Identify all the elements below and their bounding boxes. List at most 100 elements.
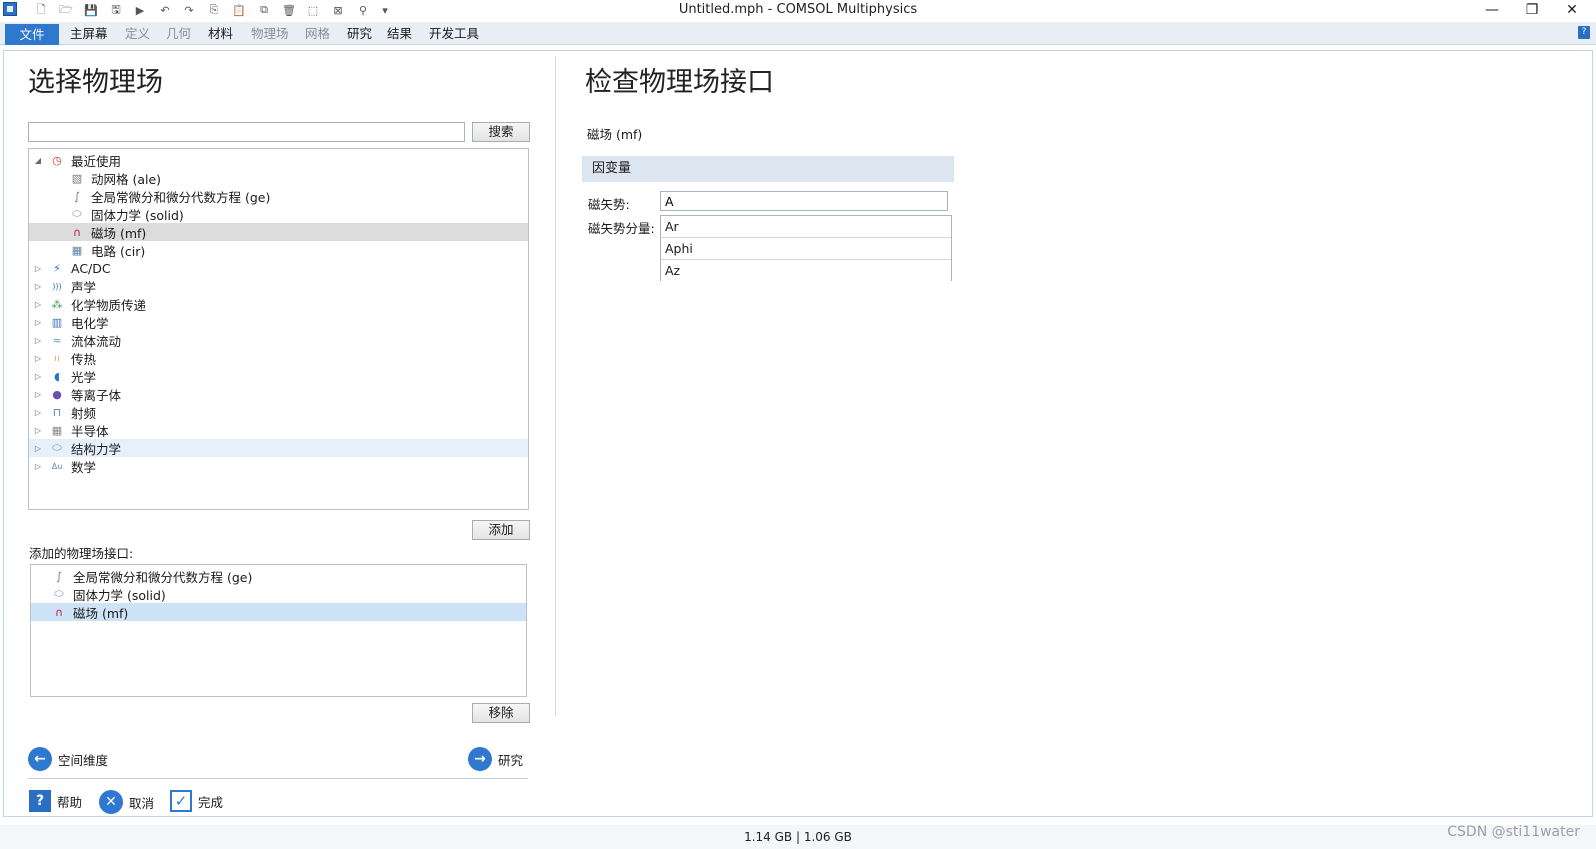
help-button[interactable]: ? 帮助 bbox=[29, 790, 82, 812]
added-interface-label: 固体力学 (solid) bbox=[73, 587, 166, 603]
component-cell[interactable]: Az bbox=[661, 260, 951, 282]
tree-item[interactable]: ▷ ▦ 半导体 bbox=[29, 421, 528, 439]
dependent-variables-section[interactable]: 因变量 bbox=[582, 156, 954, 182]
expand-icon[interactable]: ▷ bbox=[33, 331, 43, 349]
tab-2[interactable]: 定义 bbox=[121, 25, 154, 45]
tab-5[interactable]: 物理场 bbox=[247, 25, 293, 45]
tree-item-label: AC/DC bbox=[71, 260, 111, 276]
cancel-icon: ✕ bbox=[99, 790, 123, 814]
vector-potential-components-label: 磁矢势分量: bbox=[588, 221, 655, 236]
tree-item-label: 全局常微分和微分代数方程 (ge) bbox=[91, 189, 271, 205]
save-icon[interactable]: 💾 bbox=[83, 2, 99, 18]
tree-item[interactable]: ▧ 动网格 (ale) bbox=[29, 169, 528, 187]
tree-item[interactable]: ▷ ⊓ 射频 bbox=[29, 403, 528, 421]
clock-icon: ◷ bbox=[52, 153, 62, 167]
done-button[interactable]: ✓ 完成 bbox=[170, 790, 223, 812]
tree-item[interactable]: ▷ ⚡ AC/DC bbox=[29, 259, 528, 277]
zoom-icon[interactable]: ⚲ bbox=[355, 2, 371, 18]
title-bar: 🗋 🗁 💾 🖫 ▶ ↶ ↷ ⎘ 📋 ⧉ 🗑 ⬚ ⊠ ⚲ ▾ Untitled.mph - COMSOL Mu… bbox=[0, 0, 1596, 20]
expand-icon[interactable]: ▷ bbox=[33, 295, 43, 313]
tree-item[interactable]: ⬭ 固体力学 (solid) bbox=[29, 205, 528, 223]
paste-icon[interactable]: 📋 bbox=[231, 2, 247, 18]
cancel-button[interactable]: ✕ 取消 bbox=[99, 790, 154, 814]
run-icon[interactable]: ▶ bbox=[132, 2, 148, 18]
expand-icon[interactable]: ▷ bbox=[33, 439, 43, 457]
search-button[interactable]: 搜索 bbox=[472, 122, 530, 142]
tree-item-label: 最近使用 bbox=[71, 153, 122, 169]
checkmark-icon: ✓ bbox=[170, 790, 192, 812]
app-logo-icon[interactable] bbox=[3, 2, 17, 16]
tab-6[interactable]: 网格 bbox=[301, 25, 334, 45]
global-equation-icon: ∫ bbox=[74, 189, 80, 203]
expand-icon[interactable]: ▷ bbox=[33, 349, 43, 367]
deselect-icon[interactable]: ⊠ bbox=[330, 2, 346, 18]
add-button[interactable]: 添加 bbox=[472, 520, 530, 540]
expand-icon[interactable]: ▷ bbox=[33, 313, 43, 331]
expand-icon[interactable]: ▷ bbox=[33, 385, 43, 403]
tree-item-label: 光学 bbox=[71, 369, 97, 385]
review-physics-title: 检查物理场接口 bbox=[585, 67, 774, 98]
tab-1[interactable]: 主屏幕 bbox=[66, 25, 112, 45]
tree-item[interactable]: ▷ ≈ 流体流动 bbox=[29, 331, 528, 349]
tree-item-label: 化学物质传递 bbox=[71, 297, 147, 313]
expand-icon[interactable]: ▷ bbox=[33, 367, 43, 385]
tree-item[interactable]: ▦ 电路 (cir) bbox=[29, 241, 528, 259]
redo-icon[interactable]: ↷ bbox=[181, 2, 197, 18]
collapse-icon[interactable]: ◢ bbox=[33, 151, 43, 169]
restore-button[interactable]: ❐ bbox=[1512, 0, 1552, 20]
new-icon[interactable]: 🗋 bbox=[33, 2, 49, 18]
tree-item[interactable]: ▷ ⬭ 结构力学 bbox=[29, 439, 528, 457]
tab-0[interactable]: 文件 bbox=[5, 24, 59, 45]
tree-item[interactable]: ▷ Δu 数学 bbox=[29, 457, 528, 475]
tree-item[interactable]: ◢ ◷ 最近使用 bbox=[29, 151, 528, 169]
next-to-study-button[interactable]: → 研究 bbox=[468, 747, 523, 771]
expand-icon[interactable]: ▷ bbox=[33, 403, 43, 421]
tab-7[interactable]: 研究 bbox=[343, 25, 376, 45]
help-icon[interactable]: ? bbox=[1578, 26, 1590, 39]
dropdown-icon[interactable]: ▾ bbox=[377, 2, 393, 18]
expand-icon[interactable]: ▷ bbox=[33, 259, 43, 277]
tab-8[interactable]: 结果 bbox=[383, 25, 416, 45]
added-interfaces-list[interactable]: ∫ 全局常微分和微分代数方程 (ge) ⬭ 固体力学 (solid) ∩ 磁场 (mf) bbox=[30, 564, 527, 697]
physics-search-input[interactable] bbox=[28, 122, 465, 142]
physics-tree[interactable]: ◢ ◷ 最近使用 ▧ 动网格 (ale) ∫ 全局常微分和微分代数方程 (ge) ⬭ 固体力学 … bbox=[28, 148, 529, 510]
component-cell[interactable]: Ar bbox=[661, 216, 951, 238]
undo-icon[interactable]: ↶ bbox=[157, 2, 173, 18]
delete-icon[interactable]: 🗑 bbox=[281, 2, 297, 18]
save-as-icon[interactable]: 🖫 bbox=[108, 2, 124, 18]
electrochemistry-icon: ▥ bbox=[51, 315, 63, 329]
minimize-button[interactable]: — bbox=[1472, 0, 1512, 20]
tree-item[interactable]: ∩ 磁场 (mf) bbox=[29, 223, 528, 241]
back-to-space-dimension-button[interactable]: ← 空间维度 bbox=[28, 747, 108, 771]
arrow-right-icon: → bbox=[468, 747, 492, 771]
added-interface-item[interactable]: ∫ 全局常微分和微分代数方程 (ge) bbox=[31, 567, 526, 585]
added-interface-label: 全局常微分和微分代数方程 (ge) bbox=[73, 569, 253, 585]
tab-4[interactable]: 材料 bbox=[204, 25, 237, 45]
next-button-label: 研究 bbox=[498, 752, 524, 768]
remove-button[interactable]: 移除 bbox=[472, 703, 530, 723]
component-cell[interactable]: Aphi bbox=[661, 238, 951, 260]
tree-item[interactable]: ▷ ◖ 光学 bbox=[29, 367, 528, 385]
expand-icon[interactable]: ▷ bbox=[33, 421, 43, 439]
expand-icon[interactable]: ▷ bbox=[33, 457, 43, 475]
tab-3[interactable]: 几何 bbox=[162, 25, 195, 45]
duplicate-icon[interactable]: ⧉ bbox=[256, 2, 272, 18]
vector-potential-field[interactable] bbox=[660, 191, 948, 211]
tree-item-label: 固体力学 (solid) bbox=[91, 207, 184, 223]
tree-item[interactable]: ▷ ⁂ 化学物质传递 bbox=[29, 295, 528, 313]
expand-icon[interactable]: ▷ bbox=[33, 277, 43, 295]
tree-item-label: 声学 bbox=[71, 279, 97, 295]
tree-item[interactable]: ▷))) 声学 bbox=[29, 277, 528, 295]
open-icon[interactable]: 🗁 bbox=[58, 2, 74, 18]
copy-icon[interactable]: ⎘ bbox=[206, 2, 222, 18]
select-icon[interactable]: ⬚ bbox=[305, 2, 321, 18]
tree-item[interactable]: ▷ ▥ 电化学 bbox=[29, 313, 528, 331]
added-interface-item[interactable]: ⬭ 固体力学 (solid) bbox=[31, 585, 526, 603]
added-interface-item[interactable]: ∩ 磁场 (mf) bbox=[31, 603, 526, 621]
close-button[interactable]: ✕ bbox=[1552, 0, 1592, 20]
tree-item[interactable]: ▷ ● 等离子体 bbox=[29, 385, 528, 403]
tab-9[interactable]: 开发工具 bbox=[425, 25, 483, 45]
tree-item[interactable]: ▷ ≀≀ 传热 bbox=[29, 349, 528, 367]
tree-item[interactable]: ∫ 全局常微分和微分代数方程 (ge) bbox=[29, 187, 528, 205]
optics-icon: ◖ bbox=[54, 369, 60, 383]
